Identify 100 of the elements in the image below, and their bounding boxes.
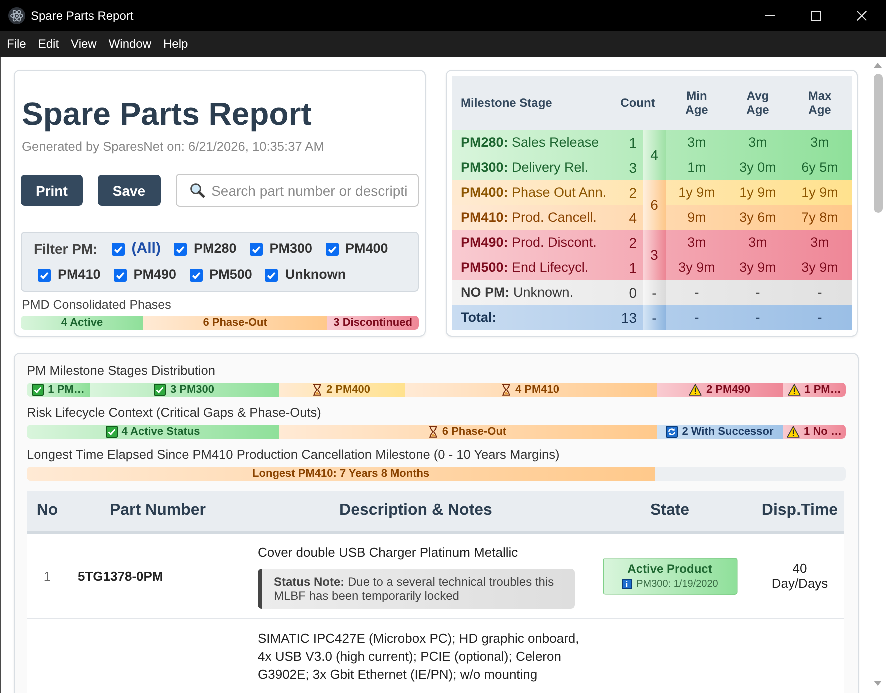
progress-label: Longest PM410: 7 Years 8 Months xyxy=(252,467,430,481)
segment-label: 3 PM300 xyxy=(170,383,215,397)
checkbox-label[interactable]: PM400 xyxy=(346,240,388,258)
scrollbar-thumb[interactable] xyxy=(874,74,882,213)
column-header: Disp.Time xyxy=(762,502,838,520)
checkbox[interactable] xyxy=(112,242,125,256)
close-icon xyxy=(857,10,867,20)
column-header: Part Number xyxy=(110,502,206,520)
column-header: Count xyxy=(620,96,656,110)
segment-label: 2 With Successor xyxy=(682,425,774,439)
segment-label: 4 Active Status xyxy=(122,425,200,439)
status-note: Status Note: Due to a several technical troubles this MLBF has been temporarily locked xyxy=(258,569,575,609)
stage-label: PM400: Phase Out Ann. xyxy=(461,185,607,200)
max-age: 6y 5m xyxy=(802,160,838,175)
checkbox[interactable] xyxy=(250,242,263,256)
segment-label: 2 PM400 xyxy=(326,383,371,397)
description-text: Cover double USB Charger Platinum Metallic xyxy=(258,545,520,561)
segment-label: 4 PM410 xyxy=(515,383,560,397)
max-age: 7y 8m xyxy=(802,210,838,225)
window-title: Spare Parts Report xyxy=(31,8,134,22)
group-count: 4 xyxy=(650,147,658,163)
stage-label: PM410: Prod. Cancell. xyxy=(461,210,597,225)
stage-count: 4 xyxy=(629,210,637,226)
column-header: State xyxy=(650,502,690,520)
action-button[interactable]: Print xyxy=(21,175,83,206)
hourglass-icon xyxy=(313,384,322,396)
section-title: Longest Time Elapsed Since PM410 Production Cancellation Milestone (0 - 10 Years Margins) xyxy=(27,447,561,463)
avg-age: - xyxy=(756,285,760,300)
column-header: Max Age xyxy=(808,89,832,117)
filter-label: Filter PM: xyxy=(34,240,98,258)
atom-icon xyxy=(8,6,26,24)
maximize-icon xyxy=(811,10,821,20)
row-number: 1 xyxy=(44,568,52,584)
checkbox[interactable] xyxy=(174,242,187,256)
hourglass-icon xyxy=(429,426,438,438)
phases-title: PMD Consolidated Phases xyxy=(22,298,172,312)
hourglass-icon xyxy=(502,384,512,396)
column-header: Avg Age xyxy=(746,89,770,117)
avg-age: 3y 0m xyxy=(740,160,776,175)
min-age: 9m xyxy=(688,210,706,225)
checkbox[interactable] xyxy=(326,242,339,256)
checkbox[interactable] xyxy=(265,268,278,282)
checkbox-label[interactable]: PM280 xyxy=(194,240,237,258)
checkbox-label[interactable]: PM500 xyxy=(210,266,252,284)
min-age: 3m xyxy=(688,135,706,150)
group-count: 3 xyxy=(650,247,658,263)
min-age: 3y 9m xyxy=(678,260,716,275)
checkbox-label[interactable]: PM410 xyxy=(58,266,101,284)
stage-count: 2 xyxy=(629,234,637,250)
group-count: 6 xyxy=(650,197,658,213)
menu-item[interactable]: Window xyxy=(102,35,158,53)
menu-item[interactable]: View xyxy=(65,35,103,53)
min-age: - xyxy=(694,285,700,300)
max-age: - xyxy=(818,310,822,325)
warning-icon xyxy=(788,384,801,396)
checkbox-label[interactable]: (All) xyxy=(132,240,161,258)
checkbox-label[interactable]: PM490 xyxy=(134,266,177,284)
avg-age: 3y 6m xyxy=(740,210,776,225)
generated-text: Generated by SparesNet on: 6/21/2026, 10:35:37 AM xyxy=(22,140,326,154)
check-icon xyxy=(154,384,166,396)
checkbox[interactable] xyxy=(114,268,127,282)
avg-age: - xyxy=(756,310,760,325)
menu-item[interactable]: Help xyxy=(158,35,194,53)
search-icon xyxy=(190,183,205,198)
checkbox-label[interactable]: Unknown xyxy=(285,266,346,284)
stage-label: PM490: Prod. Discont. xyxy=(461,235,597,250)
avg-age: 3y 9m xyxy=(740,260,776,275)
stage-count: 2 xyxy=(629,184,637,200)
menu-item[interactable]: File xyxy=(1,35,32,53)
action-button[interactable]: Save xyxy=(98,175,161,206)
segment-label: 6 Phase-Out xyxy=(203,316,268,330)
warning-icon xyxy=(787,426,800,438)
report-title: Spare Parts Report xyxy=(22,96,313,133)
state-label: Active Product xyxy=(628,562,712,576)
min-age: 1m xyxy=(688,160,706,175)
segment-label: 2 PM490 xyxy=(706,383,751,397)
max-age: 3m xyxy=(810,235,830,250)
stage-count: 3 xyxy=(629,160,637,176)
scroll-up-icon[interactable] xyxy=(874,63,882,68)
info-icon xyxy=(622,579,632,589)
checkbox-label[interactable]: PM300 xyxy=(270,240,313,258)
sync-icon xyxy=(666,426,678,438)
group-count: - xyxy=(652,310,657,326)
checkbox[interactable] xyxy=(190,268,203,282)
checkbox[interactable] xyxy=(38,268,51,282)
segment-label: 4 Active xyxy=(61,316,104,330)
menu-item[interactable]: Edit xyxy=(32,35,66,53)
max-age: 3m xyxy=(810,135,830,150)
segment-label: 1 PM… xyxy=(48,383,85,397)
stage-count: 1 xyxy=(629,260,637,276)
section-title: PM Milestone Stages Distribution xyxy=(27,363,216,379)
column-header: No xyxy=(36,502,58,520)
search-field[interactable]: Search part number or descripti xyxy=(176,174,419,207)
max-age: 1y 9m xyxy=(802,185,838,200)
warning-icon xyxy=(689,384,702,396)
scroll-down-icon[interactable] xyxy=(874,681,882,686)
column-header: Milestone Stage xyxy=(461,96,552,110)
min-age: - xyxy=(694,310,700,325)
stage-label: Total: xyxy=(461,310,497,325)
max-age: - xyxy=(818,285,822,300)
